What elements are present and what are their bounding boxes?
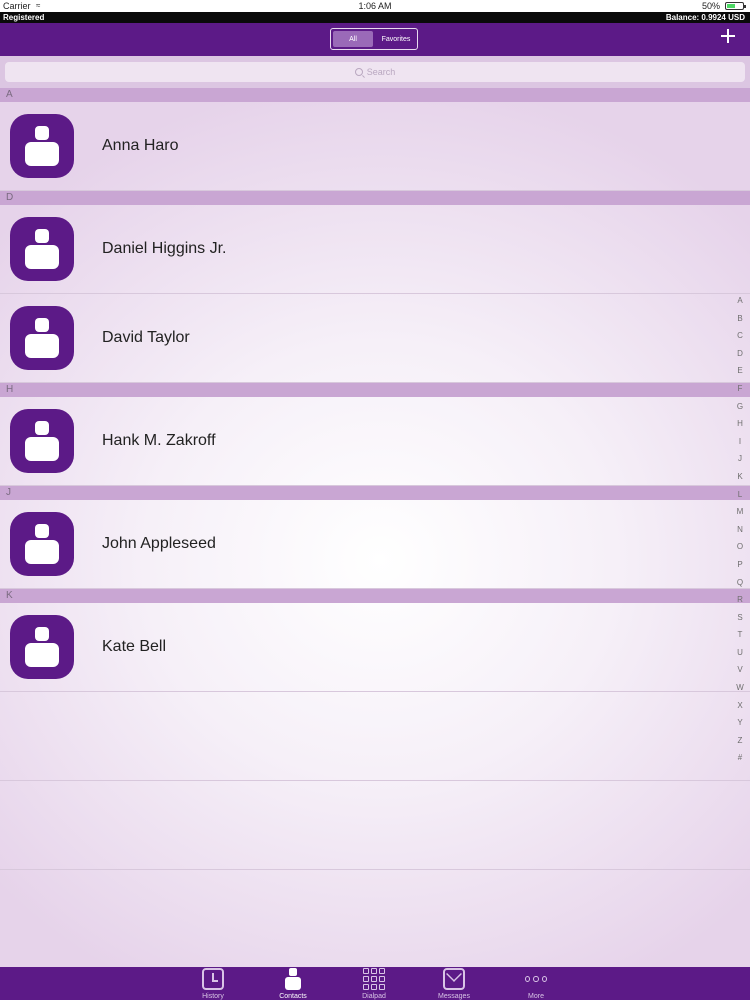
index-letter[interactable]: X [735, 697, 745, 715]
index-letter[interactable]: I [735, 433, 745, 451]
index-letter[interactable]: V [735, 661, 745, 679]
tab-label: Messages [438, 993, 470, 1000]
index-letter[interactable]: C [735, 327, 745, 345]
contact-name: Kate Bell [102, 638, 167, 655]
section-header-d: D [0, 191, 750, 205]
search-bar: Search [0, 56, 750, 88]
index-letter[interactable]: L [735, 486, 745, 504]
index-letter[interactable]: Q [735, 574, 745, 592]
balance-label: Balance: 0.9924 USD [665, 13, 745, 22]
nav-bar: All Favorites [0, 23, 750, 56]
empty-row [0, 692, 750, 781]
index-letter[interactable]: Y [735, 714, 745, 732]
index-letter[interactable]: R [735, 591, 745, 609]
contact-row[interactable]: John Appleseed [0, 500, 750, 589]
section-index[interactable]: A B C D E F G H I J K L M N O P Q R S T … [735, 292, 745, 767]
avatar [10, 615, 74, 679]
segment-all[interactable]: All [333, 31, 373, 47]
status-bar: Carrier ≈ 1:06 AM 50% [0, 0, 750, 12]
index-letter[interactable]: H [735, 415, 745, 433]
avatar [10, 306, 74, 370]
index-letter[interactable]: T [735, 626, 745, 644]
contact-row[interactable]: Hank M. Zakroff [0, 397, 750, 486]
contact-name: Anna Haro [102, 137, 179, 154]
tab-history[interactable]: History [183, 967, 243, 1000]
contact-name: David Taylor [102, 329, 190, 346]
index-letter[interactable]: E [735, 362, 745, 380]
avatar [10, 409, 74, 473]
contacts-icon [282, 968, 304, 990]
tab-dialpad[interactable]: Dialpad [344, 967, 404, 1000]
index-letter[interactable]: J [735, 450, 745, 468]
segment-favorites[interactable]: Favorites [375, 29, 417, 49]
index-letter[interactable]: A [735, 292, 745, 310]
avatar [10, 217, 74, 281]
index-letter[interactable]: S [735, 609, 745, 627]
contact-name: Daniel Higgins Jr. [102, 240, 227, 257]
index-letter[interactable]: G [735, 398, 745, 416]
add-contact-button[interactable] [720, 28, 736, 44]
index-letter[interactable]: # [735, 749, 745, 767]
contact-row[interactable]: David Taylor [0, 294, 750, 383]
index-letter[interactable]: Z [735, 732, 745, 750]
battery-icon [725, 2, 746, 10]
contact-row[interactable]: Anna Haro [0, 102, 750, 191]
section-header-h: H [0, 383, 750, 397]
more-icon [525, 968, 547, 990]
section-header-k: K [0, 589, 750, 603]
index-letter[interactable]: W [735, 679, 745, 697]
tab-messages[interactable]: Messages [424, 967, 484, 1000]
index-letter[interactable]: F [735, 380, 745, 398]
contact-name: John Appleseed [102, 535, 216, 552]
search-icon [354, 68, 363, 76]
tab-bar: History Contacts Dialpad Messages More [0, 967, 750, 1000]
clock: 1:06 AM [358, 1, 392, 11]
search-placeholder: Search [366, 67, 396, 77]
registration-status: Registered [3, 13, 45, 22]
filter-segmented-control: All Favorites [330, 28, 418, 50]
index-letter[interactable]: M [735, 503, 745, 521]
avatar [10, 512, 74, 576]
contact-row[interactable]: Kate Bell [0, 603, 750, 692]
search-input[interactable]: Search [5, 62, 745, 82]
avatar [10, 114, 74, 178]
history-icon [202, 968, 224, 990]
battery-percent: 50% [701, 1, 720, 11]
contact-row[interactable]: Daniel Higgins Jr. [0, 205, 750, 294]
index-letter[interactable]: K [735, 468, 745, 486]
contact-name: Hank M. Zakroff [102, 432, 216, 449]
section-header-a: A [0, 88, 750, 102]
messages-icon [443, 968, 465, 990]
index-letter[interactable]: U [735, 644, 745, 662]
tab-label: Dialpad [362, 993, 386, 1000]
tab-contacts[interactable]: Contacts [263, 967, 323, 1000]
empty-row [0, 781, 750, 870]
tab-label: More [528, 993, 544, 1000]
tab-label: History [202, 993, 224, 1000]
section-header-j: J [0, 486, 750, 500]
index-letter[interactable]: B [735, 310, 745, 328]
index-letter[interactable]: O [735, 538, 745, 556]
index-letter[interactable]: P [735, 556, 745, 574]
tab-more[interactable]: More [506, 967, 566, 1000]
account-status-bar: Registered Balance: 0.9924 USD [0, 12, 750, 23]
index-letter[interactable]: D [735, 345, 745, 363]
tab-label: Contacts [279, 993, 307, 1000]
index-letter[interactable]: N [735, 521, 745, 539]
keypad-icon [363, 968, 385, 990]
